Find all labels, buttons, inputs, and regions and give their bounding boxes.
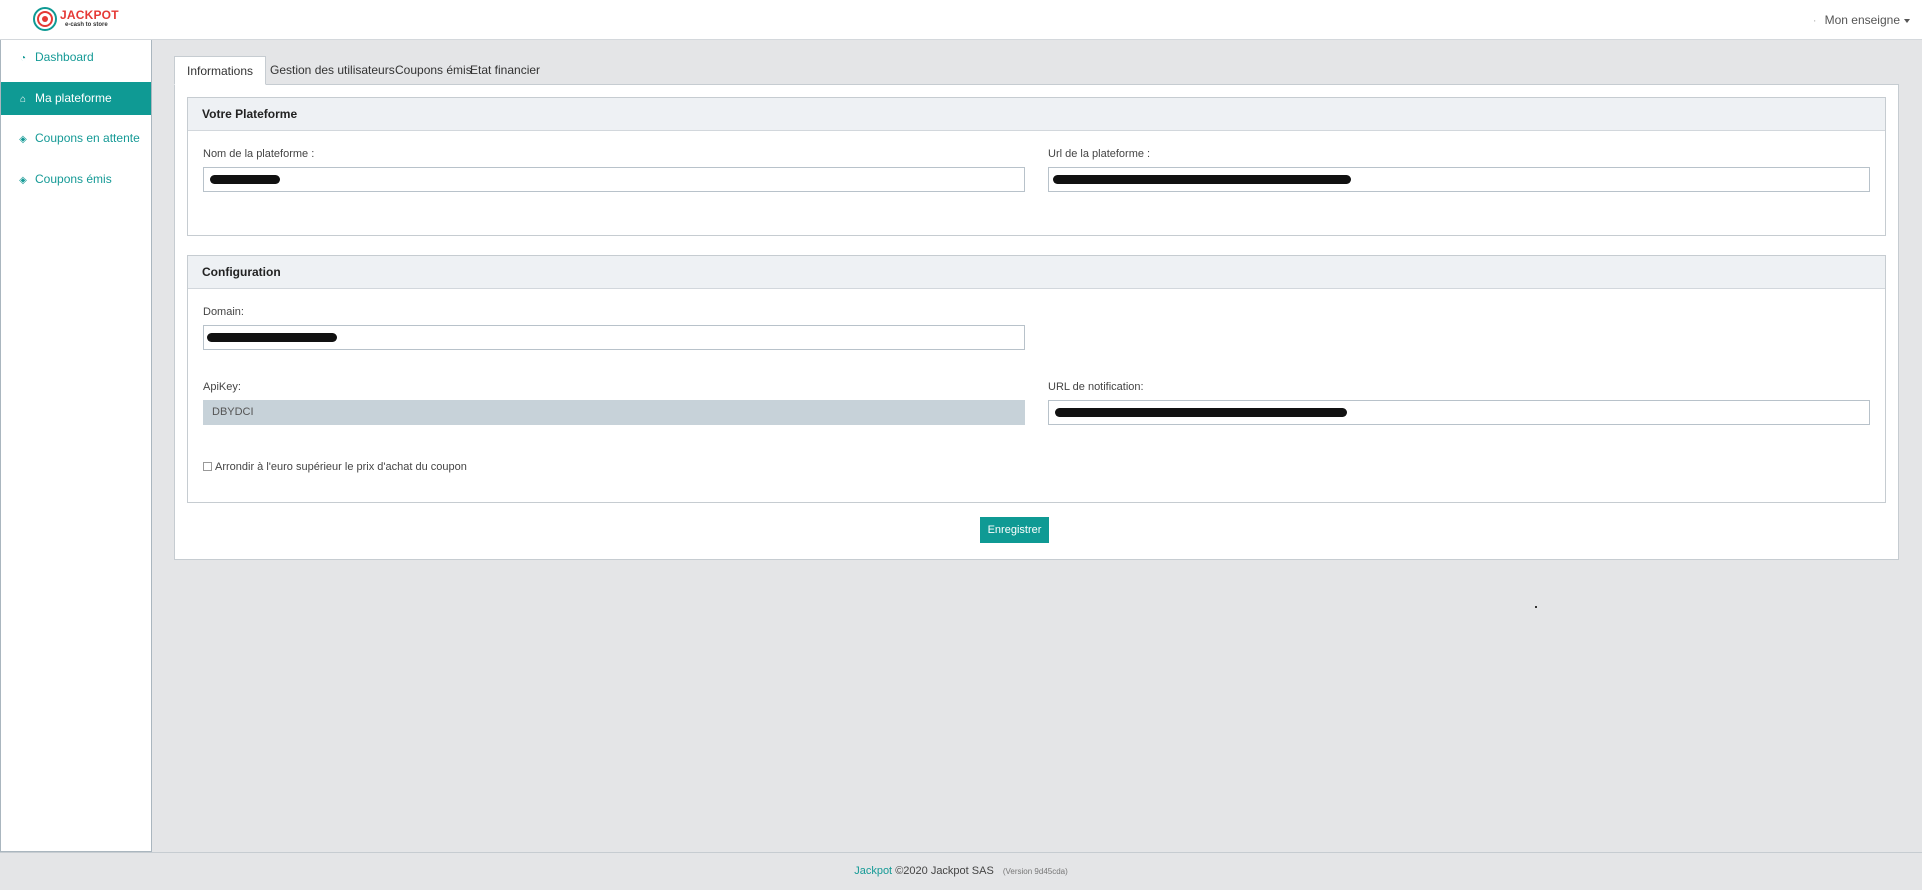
configuration-panel: Configuration Domain: ApiKey: DBYDCI URL… (187, 255, 1886, 503)
logo-subtitle: e-cash to store (65, 22, 108, 28)
sidebar-item-coupons-en-attente[interactable]: ◈ Coupons en attente (1, 122, 151, 155)
rounding-option[interactable]: Arrondir à l'euro supérieur le prix d'ac… (203, 461, 467, 473)
platform-url-label: Url de la plateforme : (1048, 148, 1151, 160)
redacted-value (207, 333, 337, 342)
menu-separator: · (1812, 13, 1817, 27)
platform-name-input[interactable] (203, 167, 1025, 192)
top-bar: JACKPOT e-cash to store · Mon enseigne (0, 0, 1922, 40)
tab-content: Votre Plateforme Nom de la plateforme : … (174, 84, 1899, 560)
redacted-value (210, 175, 280, 184)
notification-url-input[interactable] (1048, 400, 1870, 425)
ticket-icon: ◈ (19, 134, 27, 145)
redacted-value (1053, 175, 1351, 184)
home-icon: ⌂ (19, 94, 27, 105)
chevron-down-icon (1904, 18, 1910, 23)
panel-title: Votre Plateforme (188, 98, 1885, 131)
tab-informations[interactable]: Informations (174, 56, 267, 85)
jackpot-logo[interactable]: JACKPOT e-cash to store (32, 6, 152, 34)
platform-name-label: Nom de la plateforme : (203, 148, 315, 160)
rounding-checkbox-label: Arrondir à l'euro supérieur le prix d'ac… (215, 461, 467, 473)
footer-copyright: ©2020 Jackpot SAS (895, 865, 994, 877)
redacted-value (1055, 408, 1347, 417)
domain-input[interactable] (203, 325, 1025, 350)
save-button[interactable]: Enregistrer (980, 517, 1049, 543)
logo-title: JACKPOT (60, 8, 119, 22)
footer-version: (Version 9d45cda) (1002, 867, 1068, 876)
sidebar-item-label: Ma plateforme (35, 91, 112, 105)
footer: Jackpot ©2020 Jackpot SAS (Version 9d45c… (0, 852, 1922, 890)
apikey-input[interactable]: DBYDCI (203, 400, 1025, 425)
user-menu[interactable]: · Mon enseigne (1813, 13, 1910, 27)
ticket-icon: ◈ (19, 175, 27, 186)
rounding-checkbox[interactable] (203, 462, 212, 471)
domain-label: Domain: (203, 306, 244, 318)
logo-target-icon (33, 7, 57, 31)
footer-brand-link[interactable]: Jackpot (854, 865, 892, 877)
tachometer-icon: ◔ (19, 53, 27, 64)
user-menu-label: Mon enseigne (1824, 13, 1900, 27)
sidebar-item-ma-plateforme[interactable]: ⌂ Ma plateforme (1, 82, 151, 115)
tab-etat-financier[interactable]: Etat financier (458, 56, 552, 85)
platform-url-input[interactable] (1048, 167, 1870, 192)
platform-panel: Votre Plateforme Nom de la plateforme : … (187, 97, 1886, 236)
main-content: Informations Gestion des utilisateurs Co… (152, 40, 1922, 852)
stray-dot (1535, 606, 1537, 608)
notification-url-label: URL de notification: (1048, 381, 1144, 393)
apikey-label: ApiKey: (203, 381, 241, 393)
sidebar-item-label: Dashboard (35, 50, 94, 64)
sidebar-item-label: Coupons émis (35, 172, 112, 186)
sidebar-item-coupons-emis[interactable]: ◈ Coupons émis (1, 163, 151, 196)
sidebar: ◔ Dashboard ⌂ Ma plateforme ◈ Coupons en at… (0, 40, 152, 852)
sidebar-item-dashboard[interactable]: ◔ Dashboard (1, 41, 151, 74)
sidebar-item-label: Coupons en attente (35, 131, 140, 145)
panel-title: Configuration (188, 256, 1885, 289)
